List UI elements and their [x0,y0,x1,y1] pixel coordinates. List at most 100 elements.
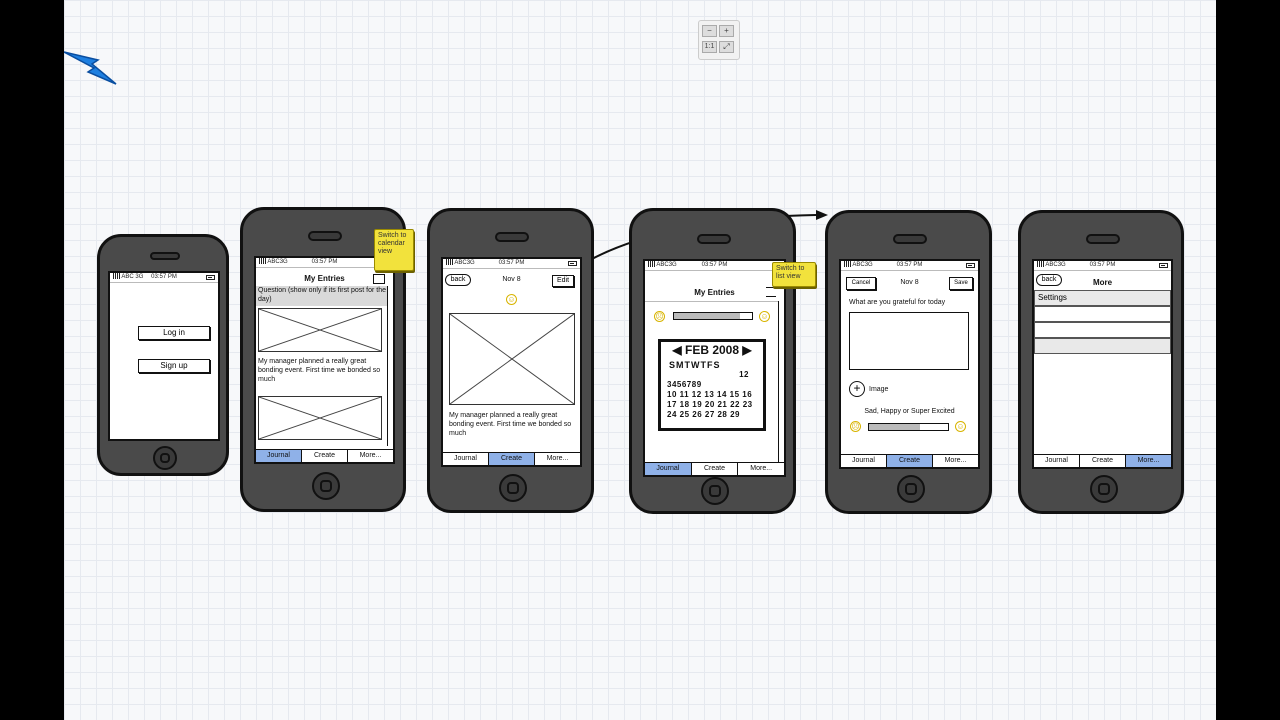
grateful-prompt: What are you grateful for today [849,299,946,306]
signup-button[interactable]: Sign up [138,359,210,373]
home-button [1090,475,1118,503]
list-item[interactable] [1034,322,1171,338]
scrollbar[interactable] [387,286,393,446]
calendar-row: 17 18 19 20 21 22 23 [667,400,753,409]
home-button [499,474,527,502]
mood-slider[interactable] [868,423,949,431]
calendar-row: 10 11 12 13 14 15 16 [667,390,753,399]
tab-bar: Journal Create More... [645,462,784,475]
entry-text: My manager planned a really great bondin… [258,358,381,383]
sticky-note: Switch to calendar view [374,229,414,271]
add-image-label[interactable]: Image [869,385,888,394]
phone-entry-detail: ABC3G 03:57 PM back Nov 8 Edit ☺ My mana… [427,208,594,513]
calendar-screen: ABC3G 03:57 PM My Entries ☹ ☺ ◀ FEB 2008… [643,259,786,477]
plus-circle-icon[interactable]: + [849,381,865,397]
tab-bar: Journal Create More... [256,449,393,462]
calendar-days-header: SMTWTFS [669,360,721,370]
smiley-icon: ☺ [506,294,517,305]
smiley-icon: ☺ [955,421,966,432]
tab-more[interactable]: More... [535,453,580,465]
phone-speaker [697,234,731,244]
arrow-cursor-icon [64,51,117,85]
zoom-out-button[interactable]: − [702,25,717,37]
entry-detail-screen: ABC3G 03:57 PM back Nov 8 Edit ☺ My mana… [441,257,582,467]
settings-row[interactable]: Settings [1034,290,1171,306]
home-button [153,446,177,470]
more-screen: ABC3G 03:57 PM back More Settings Journa… [1032,259,1173,469]
tab-more[interactable]: More... [348,450,393,462]
mood-slider[interactable] [673,312,753,320]
login-button[interactable]: Log in [138,326,210,340]
calendar-row: 24 25 26 27 28 29 [667,410,741,419]
page-title: My Entries [694,288,735,297]
zoom-in-button[interactable]: + [719,25,734,37]
question-prompt: Question (show only if its first post fo… [256,286,387,306]
status-time: 03:57 PM [151,274,177,280]
home-button [897,475,925,503]
status-time: 03:57 PM [311,259,338,265]
image-placeholder [449,313,575,405]
tab-more[interactable]: More... [738,463,784,475]
tab-bar: Journal Create More... [841,454,978,467]
status-bar: ABC3G 03:57 PM [256,258,393,268]
phone-speaker [150,252,180,260]
status-time: 03:57 PM [896,262,923,268]
login-screen: ABC 3G 03:57 PM Log in Sign up [108,271,220,441]
scrollbar[interactable] [778,301,784,465]
calendar-row: 3456789 [667,380,702,389]
tab-journal[interactable]: Journal [1034,455,1080,467]
phone-more: ABC3G 03:57 PM back More Settings Journa… [1018,210,1184,514]
status-time: 03:57 PM [701,262,728,268]
create-screen: ABC3G 03:57 PM Cancel Nov 8 Save What ar… [839,259,980,469]
tab-create[interactable]: Create [489,453,535,465]
smiley-icon: ☹ [850,421,861,432]
tab-bar: Journal Create More... [443,452,580,465]
entry-textarea[interactable] [849,312,969,370]
tab-journal[interactable]: Journal [841,455,887,467]
page-title: More [1092,278,1113,287]
tab-journal[interactable]: Journal [256,450,302,462]
image-placeholder [258,308,382,352]
entry-text: My manager planned a really great bondin… [449,412,572,437]
tab-create[interactable]: Create [302,450,348,462]
smiley-icon: ☺ [759,311,770,322]
phone-calendar: ABC3G 03:57 PM My Entries ☹ ☺ ◀ FEB 2008… [629,208,796,514]
zoom-fit-button[interactable]: ⤢ [719,41,734,53]
battery-icon [1159,263,1168,268]
calendar-widget[interactable]: ◀ FEB 2008 ▶ SMTWTFS 12 3456789 10 11 12… [658,339,766,431]
image-placeholder [258,396,382,440]
status-bar: ABC 3G 03:57 PM [110,273,218,283]
phone-speaker [1086,234,1120,244]
zoom-control: − + 1:1 ⤢ [698,20,740,60]
list-icon[interactable] [766,287,776,297]
tab-more[interactable]: More... [1126,455,1171,467]
status-time: 03:57 PM [498,260,525,266]
entries-list-screen: ABC3G 03:57 PM My Entries Question (show… [254,256,395,464]
mockup-canvas[interactable]: − + 1:1 ⤢ ABC 3G 03:57 PM Log in Sign up… [64,0,1216,720]
status-bar: ABC3G 03:57 PM [1034,261,1171,271]
tab-journal[interactable]: Journal [645,463,692,475]
home-button [701,477,729,505]
phone-speaker [308,231,342,241]
calendar-month: ◀ FEB 2008 ▶ [672,343,752,357]
battery-icon [206,275,215,280]
edit-button[interactable]: Edit [552,275,574,287]
tab-create[interactable]: Create [1080,455,1126,467]
tab-create[interactable]: Create [887,455,933,467]
phone-login: ABC 3G 03:57 PM Log in Sign up [97,234,229,476]
list-item[interactable] [1034,306,1171,322]
list-item[interactable] [1034,338,1171,354]
phone-speaker [495,232,529,242]
status-bar: ABC3G 03:57 PM [841,261,978,271]
status-time: 03:57 PM [1089,262,1116,268]
tab-journal[interactable]: Journal [443,453,489,465]
tab-create[interactable]: Create [691,463,739,475]
calendar-icon[interactable] [373,274,385,284]
tab-more[interactable]: More... [933,455,978,467]
home-button [312,472,340,500]
smiley-icon: ☹ [654,311,665,322]
save-button[interactable]: Save [949,277,973,290]
battery-icon [568,261,577,266]
zoom-actual-size-button[interactable]: 1:1 [702,41,717,53]
phone-create: ABC3G 03:57 PM Cancel Nov 8 Save What ar… [825,210,992,514]
